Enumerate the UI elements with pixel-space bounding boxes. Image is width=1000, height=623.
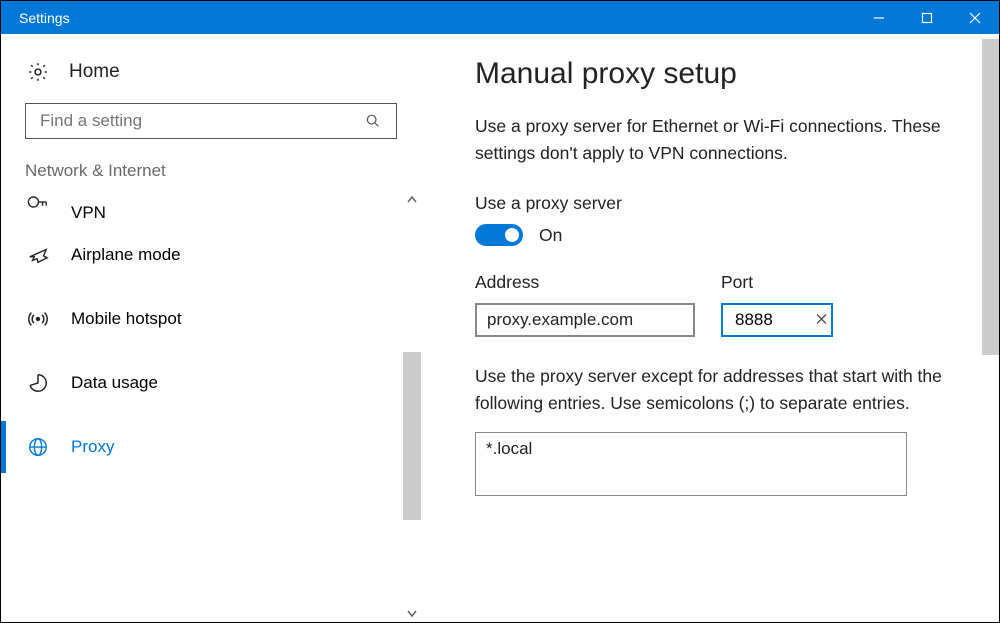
content-scrollbar-thumb[interactable] xyxy=(982,39,1000,355)
maximize-button[interactable] xyxy=(903,1,951,34)
window-title: Settings xyxy=(19,10,70,26)
settings-window: Settings Home xyxy=(0,0,1000,623)
home-label: Home xyxy=(69,61,120,83)
address-value: proxy.example.com xyxy=(487,310,633,330)
data-usage-icon xyxy=(27,372,49,394)
sidebar-item-airplane-mode[interactable]: Airplane mode xyxy=(1,223,421,287)
sidebar-item-home[interactable]: Home xyxy=(1,53,421,91)
address-label: Address xyxy=(475,272,695,293)
window-controls xyxy=(855,1,999,34)
page-title: Manual proxy setup xyxy=(475,57,945,91)
sidebar-item-data-usage[interactable]: Data usage xyxy=(1,351,421,415)
settings-content: Manual proxy setup Use a proxy server fo… xyxy=(421,35,999,622)
search-field[interactable] xyxy=(38,110,362,132)
port-label: Port xyxy=(721,272,833,293)
exceptions-textarea[interactable]: *.local xyxy=(475,432,907,496)
title-bar: Settings xyxy=(1,1,999,34)
sidebar-nav-list: VPN Airplane mode xyxy=(1,191,421,622)
sidebar-item-label: Mobile hotspot xyxy=(71,309,182,329)
window-body: Home Network & Internet xyxy=(1,35,999,622)
port-field[interactable] xyxy=(733,309,803,331)
exceptions-value: *.local xyxy=(486,439,532,458)
close-button[interactable] xyxy=(951,1,999,34)
clear-icon[interactable] xyxy=(816,312,827,329)
minimize-button[interactable] xyxy=(855,1,903,34)
sidebar-scrollbar-track[interactable] xyxy=(403,191,421,622)
sidebar-scrollbar-thumb[interactable] xyxy=(403,352,421,520)
sidebar-item-label: Data usage xyxy=(71,373,158,393)
vpn-lock-icon xyxy=(27,191,49,213)
sidebar-item-mobile-hotspot[interactable]: Mobile hotspot xyxy=(1,287,421,351)
gear-icon xyxy=(27,61,49,83)
search-icon xyxy=(362,110,384,132)
exceptions-description: Use the proxy server except for addresse… xyxy=(475,363,945,417)
search-input[interactable] xyxy=(25,103,397,139)
sidebar-item-label: VPN xyxy=(71,203,106,223)
sidebar-nav-scroll: VPN Airplane mode xyxy=(1,191,421,622)
hotspot-icon xyxy=(27,308,49,330)
settings-sidebar: Home Network & Internet xyxy=(1,35,421,622)
use-proxy-toggle[interactable] xyxy=(475,224,523,246)
use-proxy-label: Use a proxy server xyxy=(475,193,945,214)
sidebar-section-header: Network & Internet xyxy=(1,157,421,191)
sidebar-item-proxy[interactable]: Proxy xyxy=(1,415,421,479)
address-input[interactable]: proxy.example.com xyxy=(475,303,695,337)
sidebar-item-label: Proxy xyxy=(71,437,114,457)
sidebar-item-vpn[interactable]: VPN xyxy=(1,191,421,223)
chevron-up-icon[interactable] xyxy=(403,191,421,209)
chevron-down-icon[interactable] xyxy=(403,604,421,622)
globe-icon xyxy=(27,436,49,458)
toggle-state-text: On xyxy=(539,225,562,246)
airplane-icon xyxy=(27,244,49,266)
sidebar-item-label: Airplane mode xyxy=(71,245,181,265)
page-description: Use a proxy server for Ethernet or Wi-Fi… xyxy=(475,113,945,167)
content-scrollbar-track[interactable] xyxy=(982,39,1000,618)
